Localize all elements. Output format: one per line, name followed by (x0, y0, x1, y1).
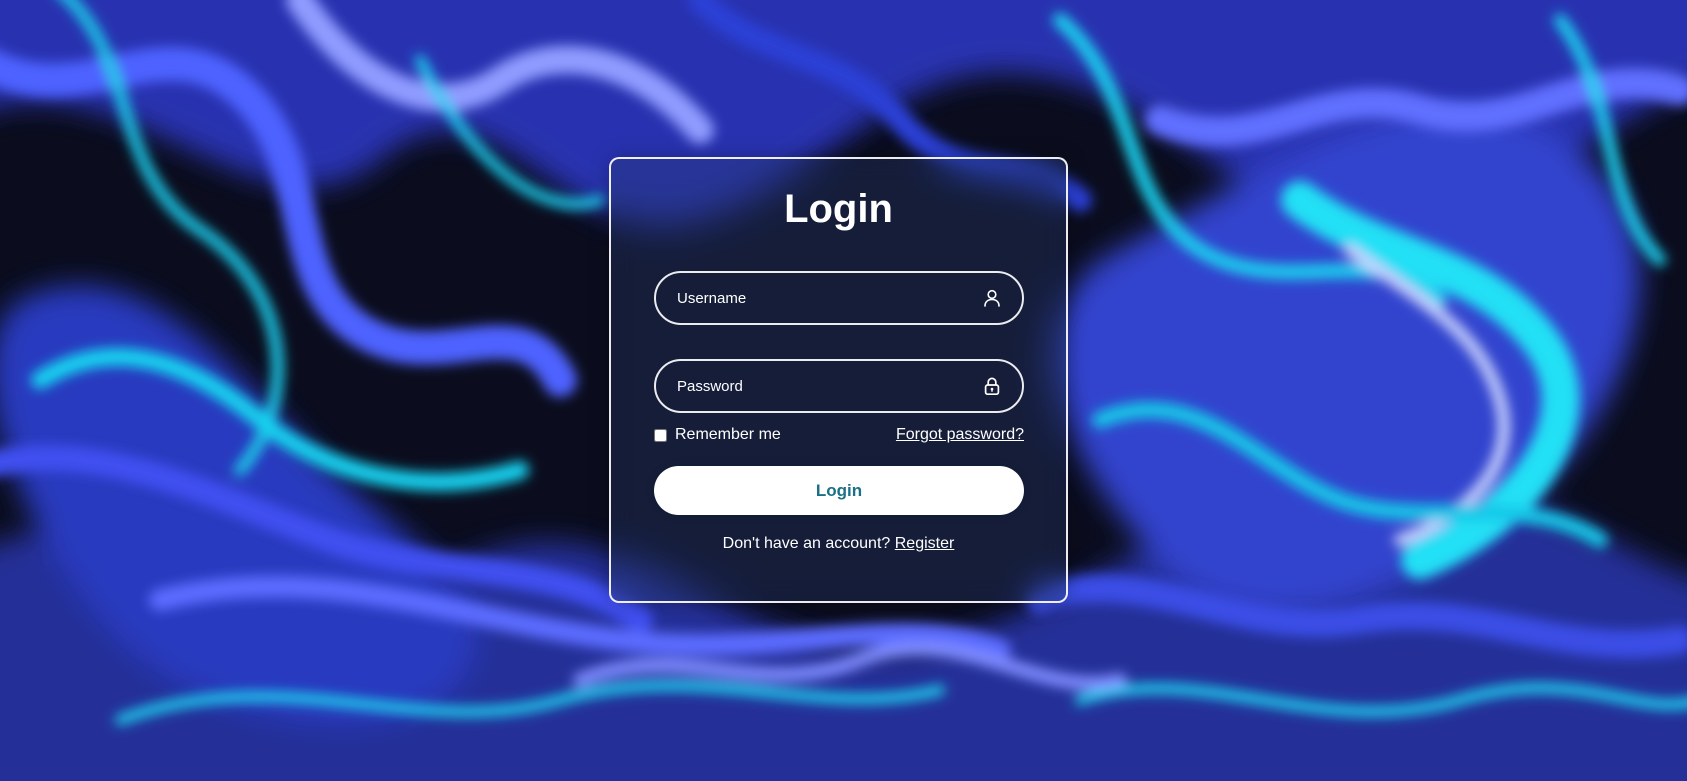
username-field (654, 271, 1024, 325)
forgot-password-link[interactable]: Forgot password? (896, 426, 1024, 444)
register-line: Don't have an account? Register (611, 535, 1066, 553)
lock-icon (982, 376, 1002, 396)
password-field (654, 359, 1024, 413)
options-row: Remember me Forgot password? (654, 426, 1024, 446)
login-button[interactable]: Login (654, 466, 1024, 515)
remember-me-label: Remember me (675, 426, 781, 443)
login-card: Login Remember me Forgot password? Lo (609, 157, 1068, 603)
remember-me[interactable]: Remember me (654, 426, 781, 444)
register-prompt: Don't have an account? (722, 535, 891, 552)
username-input[interactable] (656, 273, 1022, 323)
login-title: Login (784, 187, 893, 231)
password-input[interactable] (656, 361, 1022, 411)
user-icon (982, 288, 1002, 308)
register-link[interactable]: Register (895, 535, 955, 552)
remember-me-checkbox[interactable] (654, 428, 667, 442)
